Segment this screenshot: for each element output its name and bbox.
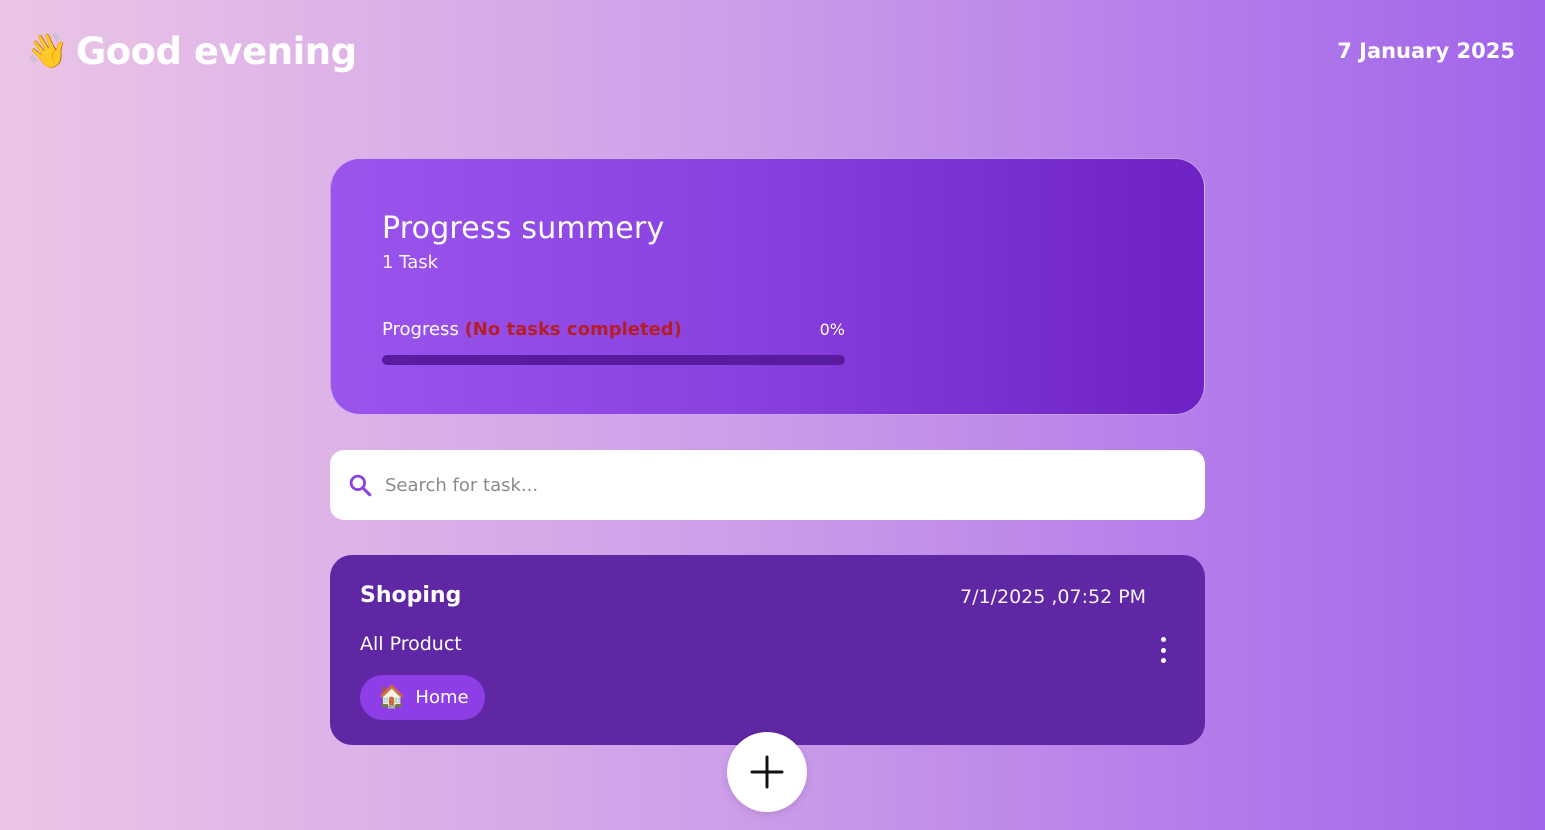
waving-hand-icon: 👋 xyxy=(26,31,68,71)
category-chip: 🏠 Home xyxy=(360,675,485,720)
category-label: Home xyxy=(415,687,469,708)
progress-percent: 0% xyxy=(819,320,845,339)
add-task-button[interactable] xyxy=(727,732,807,812)
search-input[interactable] xyxy=(385,474,1165,496)
task-card[interactable]: Shoping 7/1/2025 ,07:52 PM All Product 🏠… xyxy=(330,555,1205,745)
progress-summary-card: Progress summery 1 Task Progress (No tas… xyxy=(330,158,1205,415)
plus-icon xyxy=(750,755,784,789)
task-description: All Product xyxy=(360,633,462,655)
progress-bar xyxy=(382,355,845,365)
greeting-text: Good evening xyxy=(75,29,357,73)
summary-title: Progress summery xyxy=(382,211,665,246)
progress-label: Progress xyxy=(382,319,459,340)
progress-row: Progress (No tasks completed) 0% xyxy=(382,319,845,340)
more-options-icon[interactable] xyxy=(1153,637,1173,663)
task-title: Shoping xyxy=(360,583,462,608)
current-date: 7 January 2025 xyxy=(1337,39,1515,63)
header: 👋 Good evening 7 January 2025 xyxy=(26,26,1515,76)
search-icon xyxy=(349,474,372,497)
search-box[interactable] xyxy=(330,450,1205,520)
progress-note: (No tasks completed) xyxy=(464,319,682,340)
house-icon: 🏠 xyxy=(378,685,406,710)
task-datetime: 7/1/2025 ,07:52 PM xyxy=(960,586,1147,608)
task-count: 1 Task xyxy=(382,252,439,273)
progress-label-group: Progress (No tasks completed) xyxy=(382,319,682,340)
greeting: 👋 Good evening xyxy=(26,30,357,73)
